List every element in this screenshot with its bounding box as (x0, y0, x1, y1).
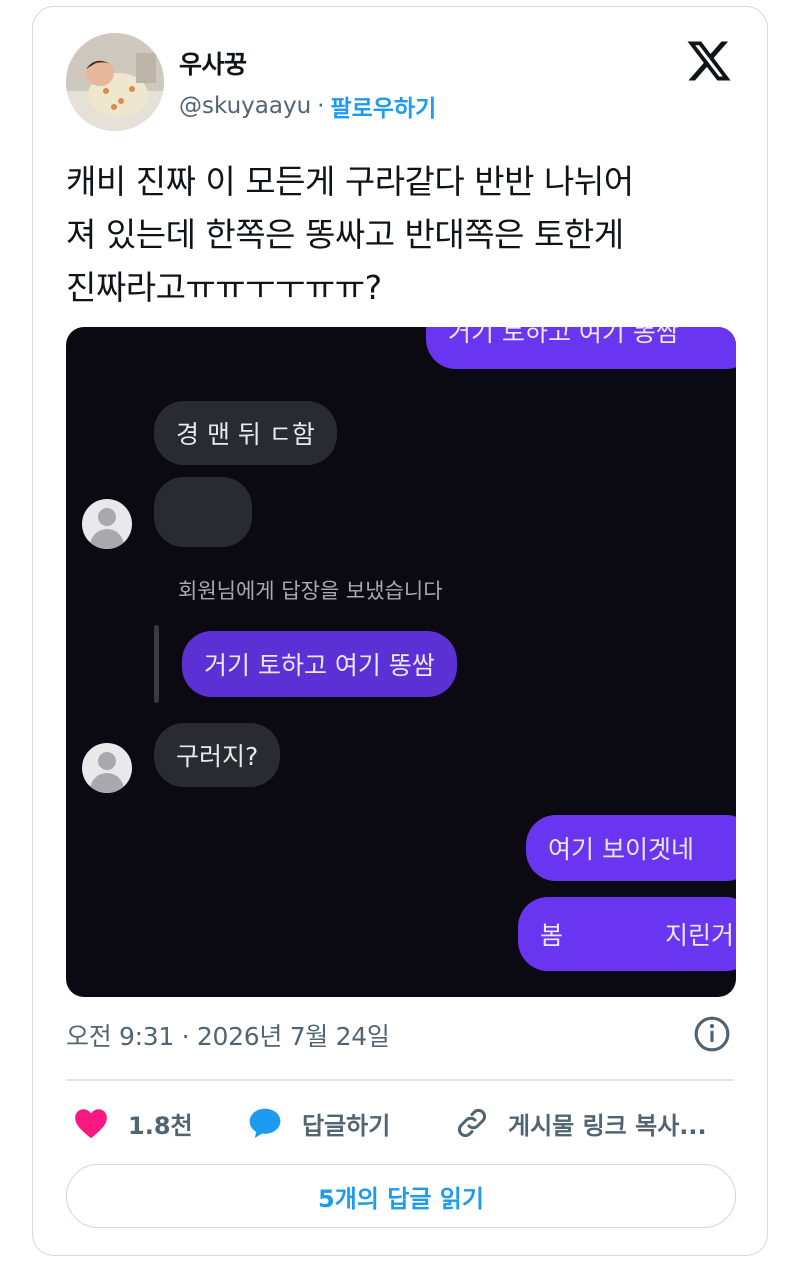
read-replies-button[interactable]: 5개의 답글 읽기 (66, 1164, 736, 1228)
link-icon (458, 1109, 486, 1137)
author-name[interactable]: 우사꿍 (179, 45, 247, 81)
divider (66, 1079, 734, 1081)
dm-sender-avatar-2 (82, 743, 132, 793)
dm-message-received-1: 경 맨 뒤 ㄷ함 (154, 401, 337, 465)
action-bar: 1.8천 답글하기 게시물 링크 복사... (66, 1101, 736, 1145)
reply-button[interactable]: 답글하기 (246, 1101, 390, 1145)
tweet-card: 우사꿍 @skuyaayu · 팔로우하기 캐비 진짜 이 모든게 구라같다 반… (32, 6, 768, 1256)
dm-reply-quote-bar (154, 625, 159, 703)
follow-button[interactable]: 팔로우하기 (330, 89, 436, 123)
dm-message-received-1-text: 경 맨 뒤 ㄷ함 (176, 420, 315, 449)
dm-message-top-cut: 거기 토하고 여기 똥쌈 (426, 327, 736, 369)
copy-link-label: 게시물 링크 복사... (508, 1111, 707, 1140)
x-logo-icon[interactable] (685, 37, 733, 85)
dm-message-sent-1: 여기 보이겟네 (526, 815, 736, 881)
dm-message-sent-2-text-b: 지린거 (664, 921, 734, 950)
like-count: 1.8천 (128, 1111, 193, 1140)
reply-bubble-icon (249, 1108, 281, 1139)
read-replies-label: 5개의 답글 읽기 (318, 1184, 484, 1213)
dm-message-replied-text: 거기 토하고 여기 똥쌈 (204, 651, 435, 680)
dm-message-received-2: 구러지? (154, 723, 281, 787)
like-button[interactable]: 1.8천 (72, 1101, 193, 1145)
dm-message-sent-2-text-a: 봄 (540, 921, 564, 950)
dm-sender-avatar-1 (82, 499, 132, 549)
dm-message-replied: 거기 토하고 여기 똥쌈 (182, 631, 457, 697)
author-avatar[interactable] (66, 33, 164, 131)
dm-message-sent-1-text: 여기 보이겟네 (548, 835, 694, 864)
reply-label: 답글하기 (302, 1111, 391, 1140)
dm-message-received-2-text: 구러지? (176, 742, 259, 771)
heart-icon (75, 1109, 107, 1139)
info-icon[interactable] (693, 1015, 731, 1053)
copy-link-button[interactable]: 게시물 링크 복사... (454, 1101, 707, 1145)
dm-system-note: 회원님에게 답장을 보냈습니다 (178, 579, 443, 603)
dm-message-sent-2: 봄 지린거 (518, 897, 736, 971)
separator-dot: · (317, 93, 325, 119)
dm-message-top-cut-text: 거기 토하고 여기 똥쌈 (448, 327, 679, 347)
tweet-timestamp[interactable]: 오전 9:31 · 2026년 7월 24일 (66, 1017, 390, 1053)
author-handle-row: @skuyaayu · 팔로우하기 (179, 89, 436, 123)
tweet-text: 캐비 진짜 이 모든게 구라같다 반반 나뉘어 져 있는데 한쪽은 똥싸고 반대… (66, 162, 634, 307)
author-handle[interactable]: @skuyaayu (179, 93, 311, 119)
dm-message-received-blank (154, 477, 252, 547)
tweet-media-screenshot[interactable]: 거기 토하고 여기 똥쌈 경 맨 뒤 ㄷ함 회원님에게 답장을 보냈습니다 거기… (66, 327, 736, 997)
